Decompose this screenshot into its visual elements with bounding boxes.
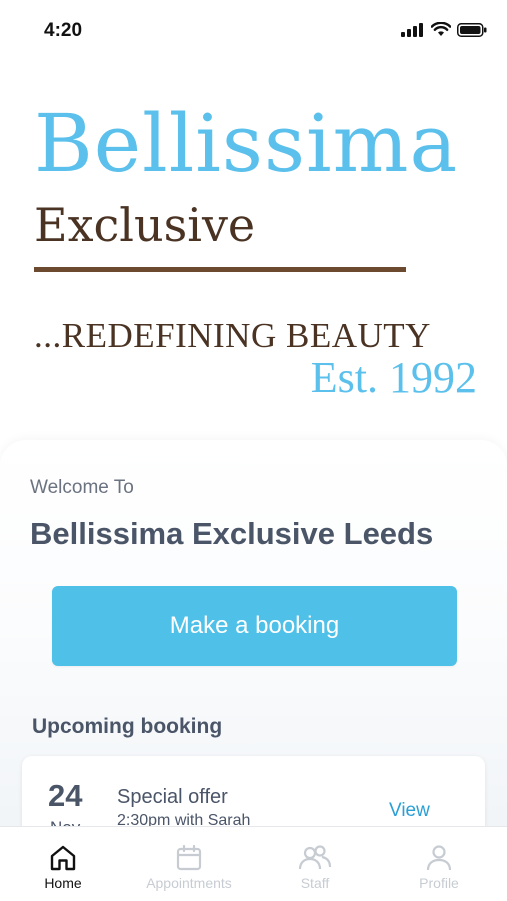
tab-profile[interactable]: Profile [378, 827, 500, 901]
tab-appointments[interactable]: Appointments [126, 827, 252, 901]
logo-tagline: ...REDEFINING BEAUTY [34, 316, 431, 355]
tab-staff[interactable]: Staff [252, 827, 378, 901]
logo-bellissima: Bellissima [34, 97, 459, 190]
tab-home-label: Home [44, 875, 82, 891]
upcoming-booking-heading: Upcoming booking [32, 715, 223, 738]
logo-divider [34, 267, 406, 272]
home-icon [50, 845, 76, 871]
booking-title: Special offer [117, 786, 228, 808]
welcome-label: Welcome To [30, 477, 134, 498]
status-icons [401, 22, 487, 37]
status-time: 4:20 [44, 20, 83, 41]
calendar-icon [176, 844, 202, 871]
tab-appointments-label: Appointments [146, 875, 232, 891]
make-booking-button[interactable]: Make a booking [52, 586, 457, 666]
cellular-signal-icon [401, 22, 423, 37]
battery-icon [457, 22, 487, 37]
logo-exclusive: Exclusive [34, 198, 256, 252]
salon-name: Bellissima Exclusive Leeds [30, 516, 434, 551]
wifi-icon [431, 22, 451, 36]
logo-established: Est. 1992 [310, 353, 477, 402]
brand-logo: Bellissima Exclusive ...REDEFINING BEAUT… [0, 100, 507, 430]
staff-icon [298, 845, 332, 870]
profile-icon [426, 845, 452, 871]
tab-staff-label: Staff [300, 875, 330, 891]
tab-bar: Home Appointments Staff Profile [0, 826, 507, 901]
status-bar: 4:20 [0, 0, 507, 60]
tab-profile-label: Profile [419, 875, 459, 891]
tab-home[interactable]: Home [0, 827, 126, 901]
booking-day: 24 [48, 778, 83, 813]
view-booking-link[interactable]: View [389, 800, 430, 822]
